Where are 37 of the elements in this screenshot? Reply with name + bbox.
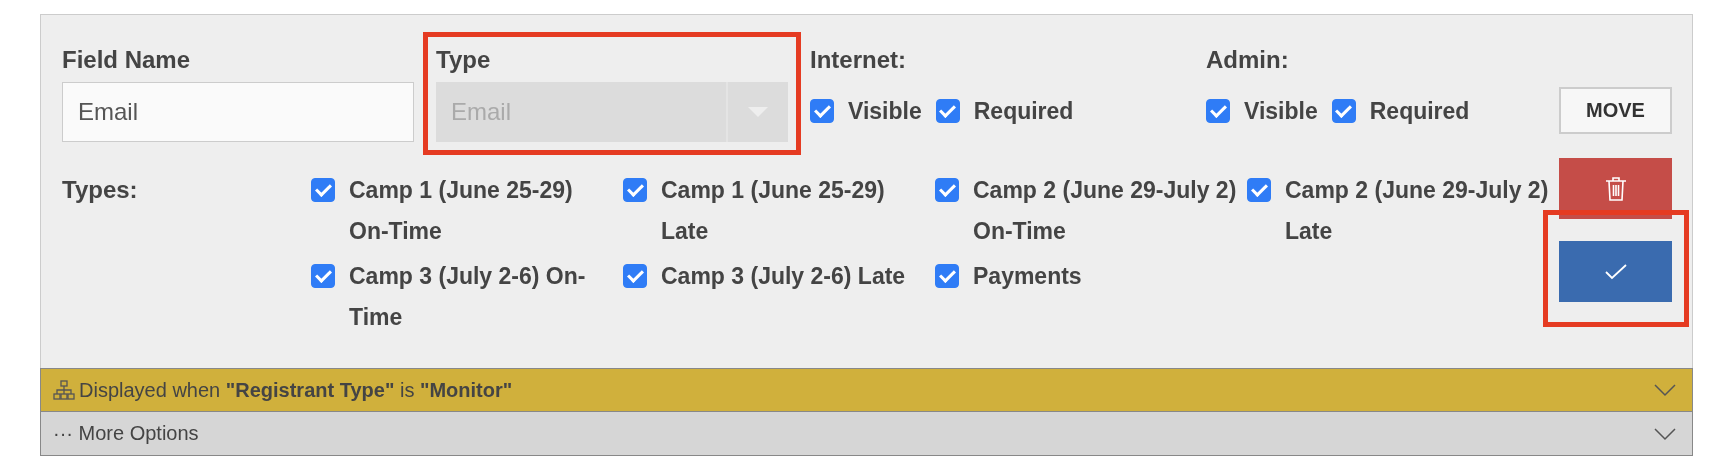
checkbox[interactable] <box>311 178 335 202</box>
checkbox[interactable] <box>623 264 647 288</box>
checkbox[interactable] <box>1331 99 1356 123</box>
move-button[interactable]: MOVE <box>1559 87 1672 134</box>
checkbox[interactable] <box>935 264 959 288</box>
checkbox-label: Camp 3 (July 2-6) Late <box>661 262 906 291</box>
options-bar[interactable]: ··· More Options <box>40 412 1693 456</box>
checkbox-label: Camp 1 (June 25-29) Late <box>661 176 886 246</box>
checkbox-label: Required <box>1369 97 1470 125</box>
delete-button[interactable] <box>1559 158 1672 219</box>
section-label: Types: <box>62 175 139 205</box>
checkbox[interactable] <box>623 178 647 202</box>
checkbox[interactable] <box>1247 178 1271 202</box>
checkbox-label: Camp 2 (June 29-July 2) On-Time <box>973 176 1238 246</box>
section-label: Admin: <box>1206 45 1289 75</box>
section-label: Internet: <box>810 45 906 75</box>
check-icon <box>1603 262 1628 281</box>
checkbox-label: Camp 3 (July 2-6) On-Time <box>349 262 587 332</box>
checkbox-label: Camp 2 (June 29-July 2) Late <box>1285 176 1550 246</box>
checkbox-label: Visible <box>1244 97 1318 125</box>
checkbox-label: Required <box>973 97 1074 125</box>
trash-icon <box>1604 175 1627 202</box>
checkbox[interactable] <box>1206 99 1230 123</box>
checkbox[interactable] <box>935 178 959 202</box>
checkbox[interactable] <box>935 99 960 123</box>
section-title: ··· More Options <box>53 422 200 445</box>
checkbox[interactable] <box>810 99 834 123</box>
text-field[interactable]: Email <box>62 82 414 142</box>
field-label: Field Name <box>62 45 191 75</box>
sitemap-icon <box>53 380 75 400</box>
checkbox[interactable] <box>311 264 335 288</box>
field-label: Type <box>436 45 491 75</box>
checkbox-label: Visible <box>848 97 922 125</box>
checkbox-label: Camp 1 (June 25-29) On-Time <box>349 176 574 246</box>
checkbox-label: Payments <box>973 262 1082 291</box>
condition-bar[interactable]: Displayed when "Registrant Type" is "Monitor" <box>40 368 1693 412</box>
section-title: Displayed when "Registrant Type" is "Monitor" <box>79 378 514 402</box>
